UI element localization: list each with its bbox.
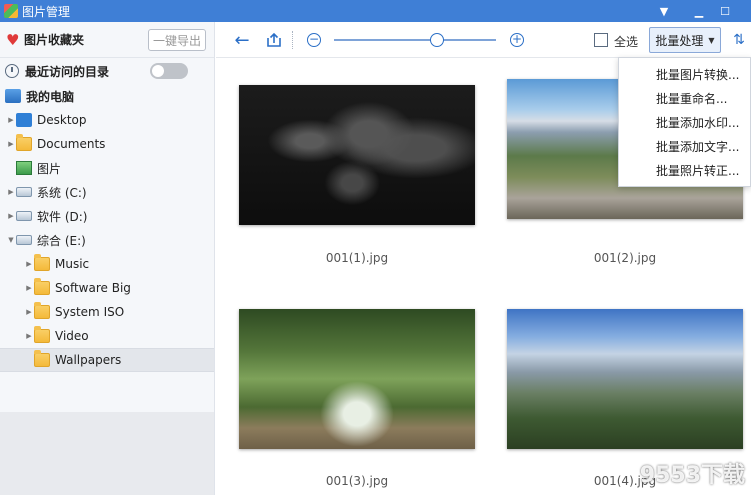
batch-process-label: 批量处理 (655, 33, 704, 48)
expand-arrow-icon[interactable]: ▶ (6, 188, 16, 196)
image-thumbnail[interactable] (239, 309, 475, 449)
sidebar-item-label: Documents (37, 137, 106, 151)
folder-icon (34, 254, 50, 271)
sidebar-item-system-iso[interactable]: ▶ System ISO (0, 300, 214, 324)
expand-arrow-icon[interactable]: ▶ (24, 284, 34, 292)
menu-item-watermark[interactable]: 批量添加水印... (619, 110, 750, 134)
sidebar-item-documents[interactable]: ▶ Documents (0, 132, 214, 156)
folder-icon (34, 278, 50, 295)
expand-arrow-icon[interactable]: ▶ (6, 140, 16, 148)
sidebar-item-label: Wallpapers (55, 353, 122, 367)
sidebar-item-pictures[interactable]: 图片 (0, 156, 214, 180)
minimize-button[interactable]: ▁ (686, 0, 712, 22)
sidebar-item-label: 综合 (E:) (37, 233, 86, 248)
expand-arrow-icon[interactable]: ▶ (24, 260, 34, 268)
folder-icon (16, 134, 32, 151)
heart-icon: ♥ (6, 30, 20, 49)
app-icon (4, 4, 18, 18)
sidebar-item-video[interactable]: ▶ Video (0, 324, 214, 348)
zoom-slider-handle[interactable] (430, 33, 444, 47)
image-caption: 001(3).jpg (325, 474, 389, 488)
recent-dirs-label: 最近访问的目录 (25, 64, 110, 79)
menu-item-convert[interactable]: 批量图片转换... (619, 62, 750, 86)
watermark-logo: 9553下载 (639, 463, 745, 488)
sidebar-item-drive-d[interactable]: ▶ 软件 (D:) (0, 204, 214, 228)
export-button[interactable]: 一键导出 (148, 29, 206, 51)
zoom-slider-track[interactable] (334, 39, 496, 41)
image-caption: 001(2).jpg (593, 251, 657, 265)
sidebar-item-label: System ISO (55, 305, 125, 319)
sidebar-item-label: Music (55, 257, 90, 271)
sidebar: ♥ 图片收藏夹 一键导出 最近访问的目录 我的电脑 ▶ Desktop ▶ Do… (0, 22, 215, 495)
my-computer-label: 我的电脑 (26, 89, 75, 104)
sidebar-item-label: 图片 (37, 161, 62, 176)
upload-icon[interactable] (264, 30, 284, 50)
clock-icon (5, 64, 19, 78)
sidebar-item-label: Desktop (37, 113, 87, 127)
sidebar-item-drive-e[interactable]: ▼ 综合 (E:) (0, 228, 214, 252)
sort-icon[interactable]: ⇅ (730, 30, 748, 50)
drive-icon (16, 187, 32, 197)
select-all-checkbox[interactable] (594, 33, 608, 47)
sidebar-item-label: 软件 (D:) (37, 209, 88, 224)
maximize-button[interactable]: ☐ (712, 0, 738, 22)
image-thumbnail[interactable] (239, 85, 475, 225)
recent-dirs-toggle[interactable] (150, 63, 188, 79)
back-arrow-icon[interactable]: ← (232, 30, 252, 51)
folder-icon (34, 302, 50, 319)
expand-arrow-icon[interactable]: ▶ (24, 332, 34, 340)
computer-icon (5, 89, 21, 103)
dropdown-icon[interactable]: ▼ (651, 0, 677, 22)
image-thumbnail[interactable] (507, 309, 743, 449)
favorites-label: 图片收藏夹 (24, 33, 85, 47)
drive-icon (16, 211, 32, 221)
sidebar-item-drive-c[interactable]: ▶ 系统 (C:) (0, 180, 214, 204)
sidebar-item-music[interactable]: ▶ Music (0, 252, 214, 276)
caret-down-icon: ▼ (708, 35, 715, 45)
expand-arrow-icon[interactable]: ▶ (6, 116, 16, 124)
sidebar-item-desktop[interactable]: ▶ Desktop (0, 108, 214, 132)
folder-icon (34, 350, 50, 367)
sidebar-item-software-big[interactable]: ▶ Software Big (0, 276, 214, 300)
desktop-icon (16, 113, 32, 127)
batch-process-menu: 批量图片转换... 批量重命名... 批量添加水印... 批量添加文字... 批… (618, 57, 751, 187)
drive-icon (16, 235, 32, 245)
recent-dirs-row[interactable]: 最近访问的目录 (0, 59, 214, 83)
menu-item-add-text[interactable]: 批量添加文字... (619, 134, 750, 158)
toolbar-separator (292, 31, 293, 49)
folder-icon (34, 326, 50, 343)
zoom-out-icon[interactable]: − (306, 30, 322, 50)
picture-icon (16, 161, 32, 175)
menu-item-rotate[interactable]: 批量照片转正... (619, 158, 750, 182)
image-caption: 001(1).jpg (325, 251, 389, 265)
my-computer-row[interactable]: 我的电脑 (0, 84, 214, 108)
sidebar-item-label: Video (55, 329, 89, 343)
menu-item-rename[interactable]: 批量重命名... (619, 86, 750, 110)
sidebar-item-label: Software Big (55, 281, 131, 295)
sidebar-item-label: 系统 (C:) (37, 185, 87, 200)
expand-arrow-icon[interactable]: ▶ (6, 212, 16, 220)
select-all-label[interactable]: 全选 (614, 33, 638, 50)
batch-process-button[interactable]: 批量处理 ▼ (649, 27, 721, 53)
sidebar-empty-area (0, 412, 214, 495)
collapse-arrow-icon[interactable]: ▼ (6, 236, 16, 244)
sidebar-item-wallpapers[interactable]: Wallpapers (0, 348, 214, 372)
window-title: 图片管理 (22, 4, 71, 19)
title-bar: 图片管理 ▼ ▁ ☐ (0, 0, 751, 22)
expand-arrow-icon[interactable]: ▶ (24, 308, 34, 316)
zoom-in-icon[interactable]: + (509, 30, 525, 50)
toolbar: ← − + 全选 批量处理 ▼ ⇅ (216, 22, 751, 58)
